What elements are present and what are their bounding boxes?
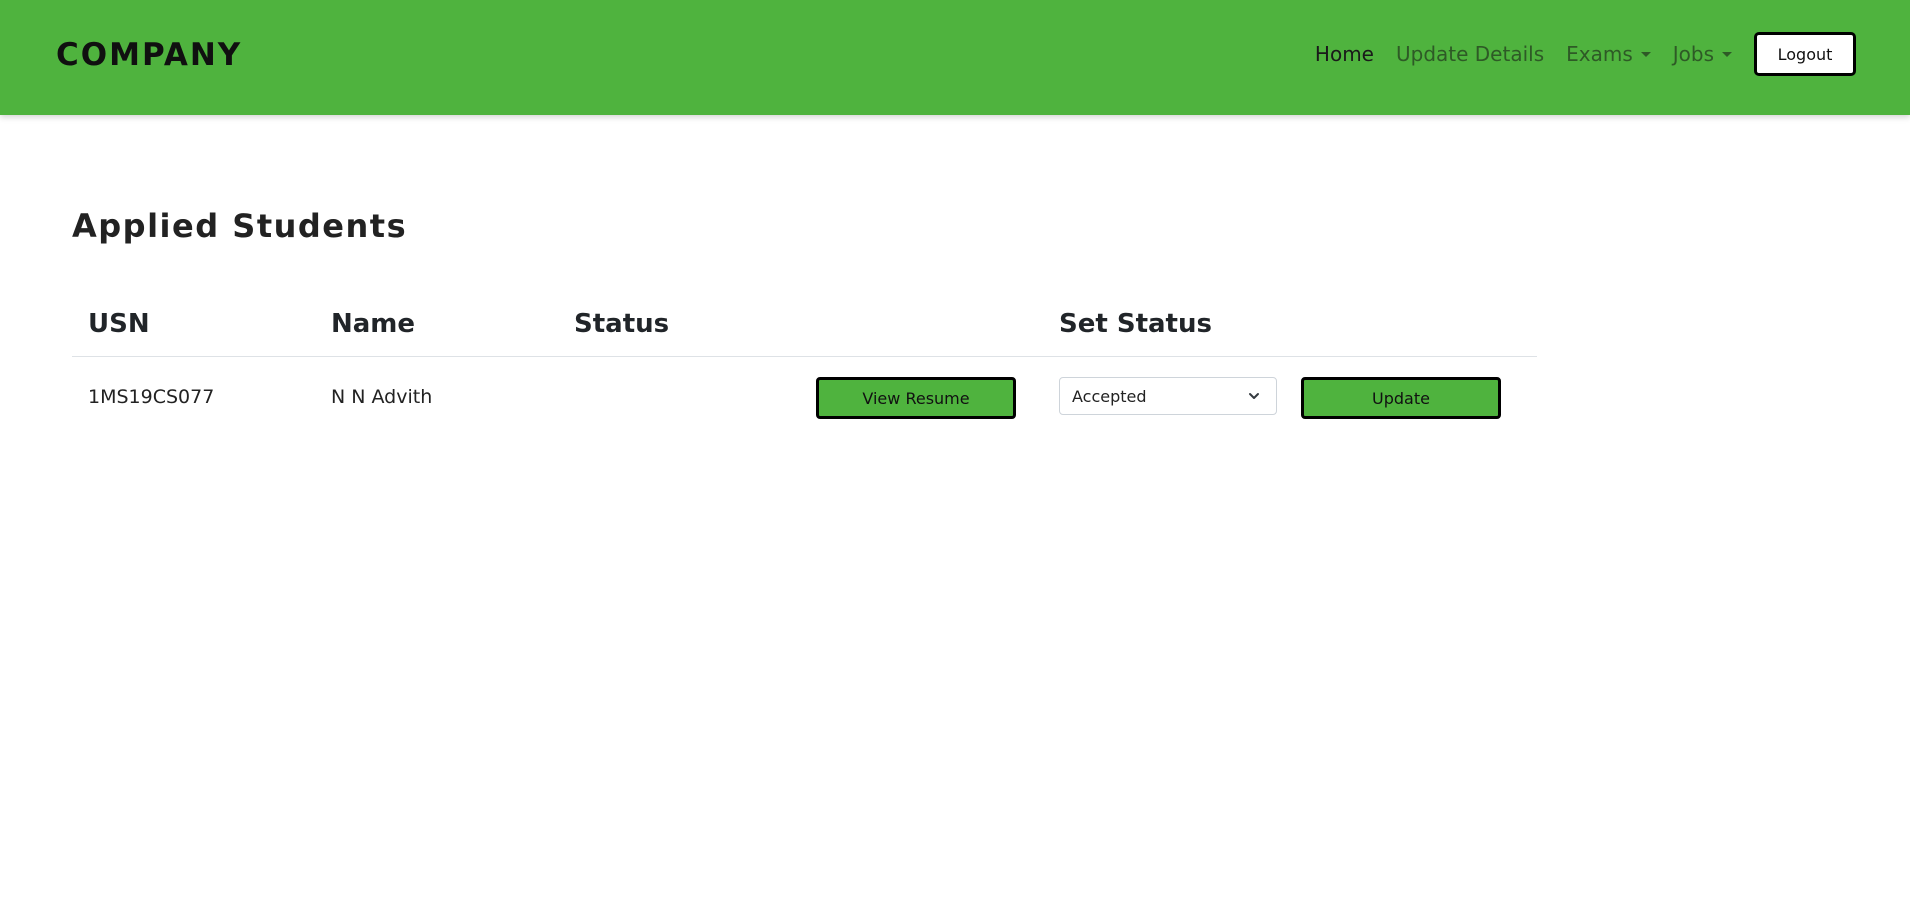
nav-links: Home Update Details Exams Jobs Logout bbox=[1315, 0, 1910, 108]
nav-link-update-details[interactable]: Update Details bbox=[1396, 42, 1544, 66]
nav-link-update-details-label: Update Details bbox=[1395, 42, 1545, 66]
chevron-down-icon bbox=[1249, 393, 1259, 399]
caret-down-icon bbox=[1640, 51, 1651, 57]
view-resume-button[interactable]: View Resume bbox=[816, 377, 1016, 419]
update-button[interactable]: Update bbox=[1301, 377, 1501, 419]
logout-button[interactable]: Logout bbox=[1754, 32, 1856, 76]
table-row: 1MS19CS077 N N Advith View Resume Accept… bbox=[72, 357, 1537, 437]
column-header-usn: USN bbox=[88, 309, 150, 339]
cell-name: N N Advith bbox=[331, 386, 433, 408]
column-header-name: Name bbox=[331, 309, 416, 339]
page-title: Applied Students bbox=[72, 207, 408, 245]
caret-down-icon bbox=[1722, 51, 1732, 57]
nav-dropdown-exams-label: Exams bbox=[1566, 42, 1633, 66]
nav-dropdown-jobs[interactable]: Jobs bbox=[1673, 42, 1732, 66]
nav-link-home[interactable]: Home bbox=[1315, 42, 1374, 66]
column-header-set-status: Set Status bbox=[1059, 309, 1212, 339]
table-header-row: USN Name Status Set Status bbox=[72, 296, 1537, 357]
nav-link-home-label: Home bbox=[1314, 42, 1374, 66]
nav-dropdown-exams[interactable]: Exams bbox=[1566, 42, 1651, 66]
cell-usn: 1MS19CS077 bbox=[88, 386, 215, 408]
column-header-status: Status bbox=[574, 309, 670, 339]
top-navbar: COMPANY Home Update Details Exams Jobs L… bbox=[0, 0, 1910, 115]
set-status-select[interactable]: Accepted bbox=[1059, 377, 1277, 415]
nav-dropdown-jobs-label: Jobs bbox=[1672, 42, 1714, 66]
set-status-selected-value: Accepted bbox=[1072, 386, 1147, 406]
applied-students-table: USN Name Status Set Status 1MS19CS077 N … bbox=[72, 296, 1537, 437]
brand-logo[interactable]: COMPANY bbox=[56, 36, 242, 74]
